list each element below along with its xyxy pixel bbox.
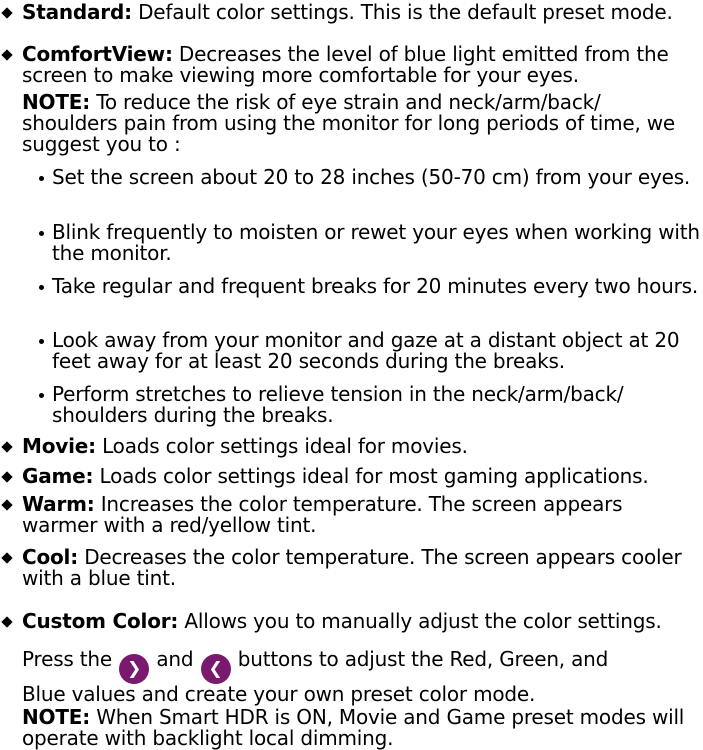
note-text: When Smart HDR is ON, Movie and Game pre…	[22, 705, 685, 750]
diamond-bullet-icon	[1, 552, 13, 564]
mode-description: Loads color settings ideal for most gami…	[99, 464, 649, 488]
mode-label: Standard:	[22, 0, 132, 24]
mode-label: Game:	[22, 464, 94, 488]
bullet-dot-icon	[39, 231, 44, 236]
mode-description: Decreases the color temperature. The scr…	[22, 545, 682, 590]
mode-label: Movie:	[22, 434, 96, 458]
mode-description: Increases the color temperature. The scr…	[22, 492, 623, 537]
diamond-bullet-icon	[1, 441, 13, 453]
mode-label: Custom Color:	[22, 609, 179, 633]
mode-description: Loads color settings ideal for movies.	[102, 434, 468, 458]
bullet-dot-icon	[39, 176, 44, 181]
note-text: To reduce the risk of eye strain and nec…	[22, 90, 676, 156]
chevron-left-icon[interactable]: ❮	[200, 654, 231, 684]
diamond-bullet-icon	[1, 49, 13, 61]
mode-description: Default color settings. This is the defa…	[138, 0, 673, 24]
diamond-bullet-icon	[1, 471, 13, 483]
chevron-right-icon[interactable]: ❯	[119, 654, 150, 684]
diamond-bullet-icon	[1, 7, 13, 19]
bullet-dot-icon	[39, 393, 44, 398]
mode-description: Allows you to manually adjust the color …	[184, 609, 662, 633]
bullet-dot-icon	[39, 285, 44, 290]
diamond-bullet-icon	[1, 616, 13, 628]
osd-preset-modes-page: Standard: Default color settings. This i…	[0, 0, 703, 750]
bullet-dot-icon	[39, 339, 44, 344]
diamond-bullet-icon	[1, 499, 13, 511]
